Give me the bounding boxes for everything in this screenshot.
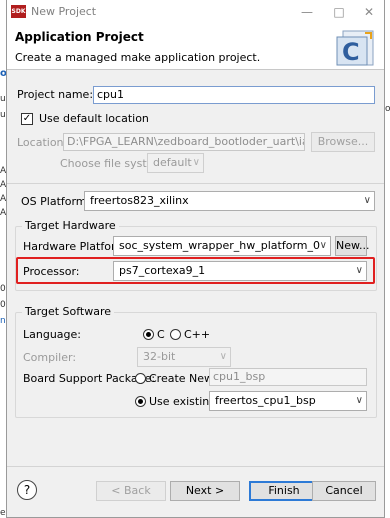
sdk-app-icon: SDK <box>11 5 26 18</box>
new-project-dialog: SDK New Project — □ ✕ Application Projec… <box>6 0 385 518</box>
processor-select[interactable]: ps7_cortexa9_1 ∨ <box>113 261 367 281</box>
project-name-input[interactable]: cpu1 <box>93 86 375 104</box>
minimize-icon[interactable]: — <box>292 2 322 22</box>
c-project-banner-icon: C <box>336 30 374 66</box>
separator <box>7 183 384 184</box>
back-button[interactable]: < Back <box>96 481 166 501</box>
chevron-down-icon: ∨ <box>192 157 200 168</box>
compiler-label: Compiler: <box>23 351 77 364</box>
finish-button[interactable]: Finish <box>249 481 319 501</box>
language-cpp-radio[interactable] <box>170 329 181 340</box>
os-platform-select[interactable]: freertos823_xilinx ∨ <box>84 191 375 211</box>
chevron-down-icon: ∨ <box>363 195 371 206</box>
chevron-down-icon: ∨ <box>219 351 227 362</box>
bsp-existing-value: freertos_cpu1_bsp <box>215 394 316 407</box>
page-title: Application Project <box>15 30 144 44</box>
os-platform-value: freertos823_xilinx <box>90 194 189 207</box>
bg-fragment: u <box>0 110 6 120</box>
language-c-radio[interactable] <box>143 329 154 340</box>
cancel-button[interactable]: Cancel <box>312 481 376 501</box>
chevron-down-icon: ∨ <box>355 395 363 406</box>
bg-fragment: o <box>385 104 390 114</box>
title-bar[interactable]: SDK New Project — □ ✕ <box>7 0 384 24</box>
window-title: New Project <box>31 5 97 18</box>
wizard-header: Application Project Create a managed mak… <box>7 24 384 70</box>
compiler-value: 32-bit <box>143 350 176 363</box>
bsp-existing-select[interactable]: freertos_cpu1_bsp ∨ <box>209 391 367 411</box>
os-platform-label: OS Platform: <box>21 195 91 208</box>
bsp-create-new-radio[interactable] <box>135 373 146 384</box>
project-name-label: Project name: <box>17 88 94 101</box>
processor-label: Processor: <box>23 265 80 278</box>
maximize-icon[interactable]: □ <box>324 2 354 22</box>
page-description: Create a managed make application projec… <box>15 51 261 64</box>
bsp-use-existing-radio[interactable] <box>135 396 146 407</box>
separator <box>7 466 384 467</box>
browse-button[interactable]: Browse... <box>311 132 375 152</box>
bg-fragment: u <box>0 94 6 104</box>
next-button[interactable]: Next > <box>170 481 240 501</box>
use-default-location-checkbox[interactable]: ✓ <box>21 113 33 125</box>
hardware-platform-select[interactable]: soc_system_wrapper_hw_platform_0 ∨ <box>113 236 331 256</box>
location-label: Location: <box>17 136 68 149</box>
bsp-create-new-label: Create New <box>149 372 214 385</box>
bg-fragment: e <box>0 508 6 518</box>
close-icon[interactable]: ✕ <box>354 2 384 22</box>
bsp-create-new-input[interactable]: cpu1_bsp <box>209 368 367 386</box>
use-default-location-label: Use default location <box>39 112 149 125</box>
new-hardware-button[interactable]: New... <box>335 236 369 256</box>
language-label: Language: <box>23 328 81 341</box>
hardware-platform-value: soc_system_wrapper_hw_platform_0 <box>119 239 320 252</box>
file-system-select[interactable]: default ∨ <box>147 153 204 173</box>
location-input[interactable]: D:\FPGA_LEARN\zedboard_bootloder_uart\ia… <box>63 133 305 151</box>
svg-text:C: C <box>342 38 360 66</box>
bsp-use-existing-label: Use existing <box>149 395 217 408</box>
target-software-title: Target Software <box>22 305 115 318</box>
chevron-down-icon: ∨ <box>355 265 363 276</box>
processor-value: ps7_cortexa9_1 <box>119 264 206 277</box>
language-c-label: C <box>157 328 165 341</box>
target-hardware-title: Target Hardware <box>22 219 119 232</box>
language-cpp-label: C++ <box>184 328 211 341</box>
compiler-select[interactable]: 32-bit ∨ <box>137 347 231 367</box>
chevron-down-icon: ∨ <box>319 240 327 251</box>
help-icon[interactable]: ? <box>17 480 37 500</box>
file-system-value: default <box>153 156 192 169</box>
